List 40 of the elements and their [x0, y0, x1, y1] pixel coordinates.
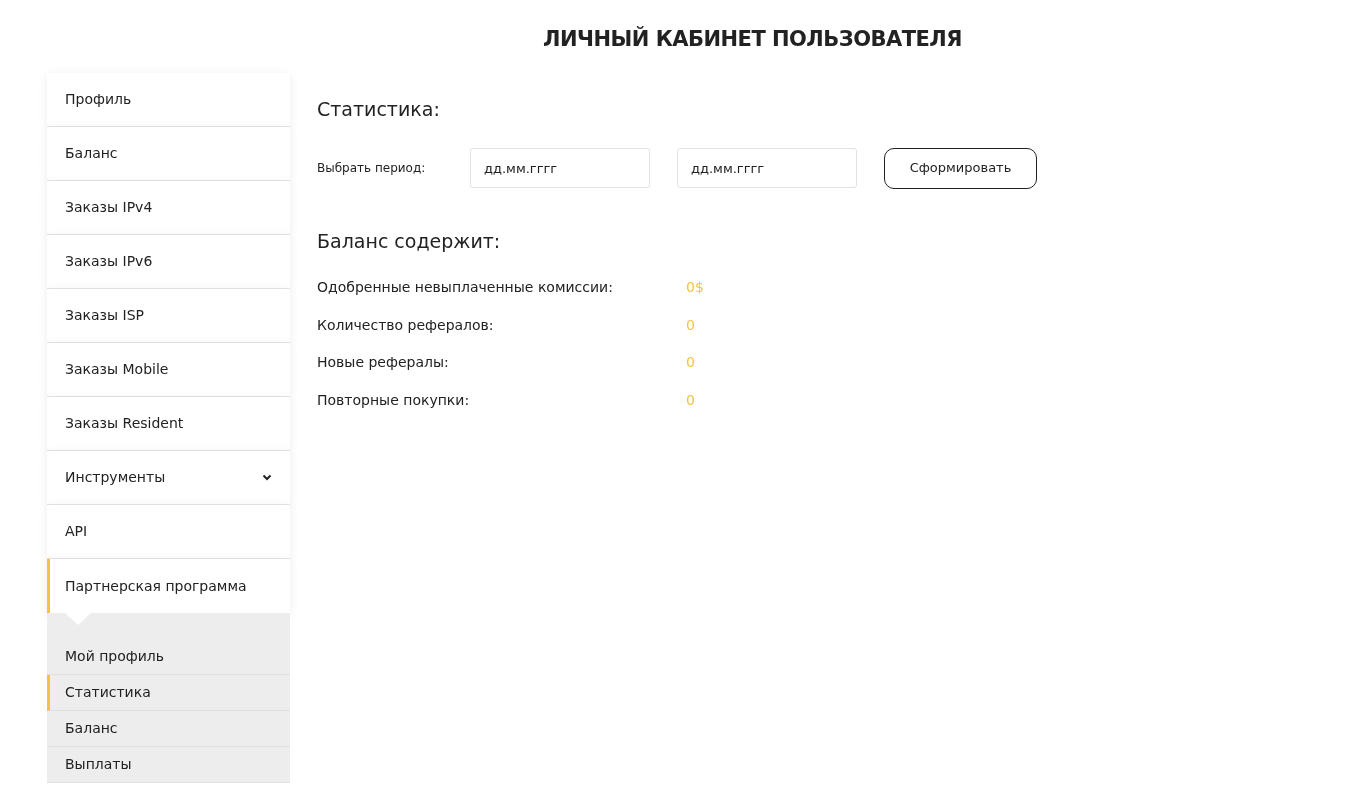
- sidebar-item[interactable]: Партнерская программа: [47, 559, 290, 613]
- stat-label: Количество рефералов:: [317, 315, 495, 335]
- sidebar-item[interactable]: Заказы Resident: [47, 397, 290, 451]
- sidebar-item[interactable]: Заказы Mobile: [47, 343, 290, 397]
- stat-value: 0: [686, 390, 695, 410]
- sidebar-item[interactable]: Инструменты: [47, 451, 290, 505]
- sidebar-item-label: API: [65, 522, 88, 541]
- stat-label: Одобренные невыплаченные комиссии:: [317, 278, 614, 298]
- sidebar-item-label: Заказы IPv6: [65, 252, 153, 271]
- sidebar-item[interactable]: Заказы IPv6: [47, 235, 290, 289]
- sidebar-item[interactable]: Баланс: [47, 127, 290, 181]
- sidebar-item-label: Заказы Mobile: [65, 360, 169, 379]
- generate-button[interactable]: Сформировать: [884, 147, 1037, 189]
- stat-value: 0: [686, 315, 695, 335]
- date-to-field[interactable]: дд.мм.гггг: [677, 148, 857, 188]
- sidebar-item-label: Заказы Resident: [65, 414, 184, 433]
- submenu-item[interactable]: Баланс: [47, 711, 290, 747]
- sidebar-item[interactable]: Профиль: [47, 73, 290, 127]
- sidebar-item-label: Партнерская программа: [65, 576, 247, 596]
- date-from-field[interactable]: дд.мм.гггг: [470, 148, 650, 188]
- sidebar-item[interactable]: Заказы ISP: [47, 289, 290, 343]
- sidebar-item-label: Инструменты: [65, 468, 166, 487]
- sidebar-item[interactable]: API: [47, 505, 290, 559]
- submenu-item[interactable]: Статистика: [47, 675, 290, 711]
- stat-value: 0$: [686, 278, 704, 298]
- page-title: ЛИЧНЫЙ КАБИНЕТ ПОЛЬЗОВАТЕЛЯ: [542, 25, 963, 53]
- submenu-item[interactable]: Выплаты: [47, 747, 290, 783]
- sidebar-item-label: Профиль: [65, 90, 132, 109]
- sidebar-item-label: Баланс: [65, 144, 118, 163]
- stat-label: Новые рефералы:: [317, 353, 450, 373]
- period-label: Выбрать период:: [317, 160, 427, 177]
- chevron-icon: [262, 474, 272, 481]
- sidebar-item-label: Заказы IPv4: [65, 198, 153, 217]
- section-title: Баланс содержит:: [317, 228, 502, 254]
- stat-value: 0: [686, 353, 695, 373]
- section-title: Статистика:: [317, 97, 441, 122]
- sidebar-item[interactable]: Заказы IPv4: [47, 181, 290, 235]
- stat-label: Повторные покупки:: [317, 390, 471, 410]
- submenu-item[interactable]: Мой профиль: [47, 639, 290, 675]
- sidebar-item-label: Заказы ISP: [65, 306, 144, 325]
